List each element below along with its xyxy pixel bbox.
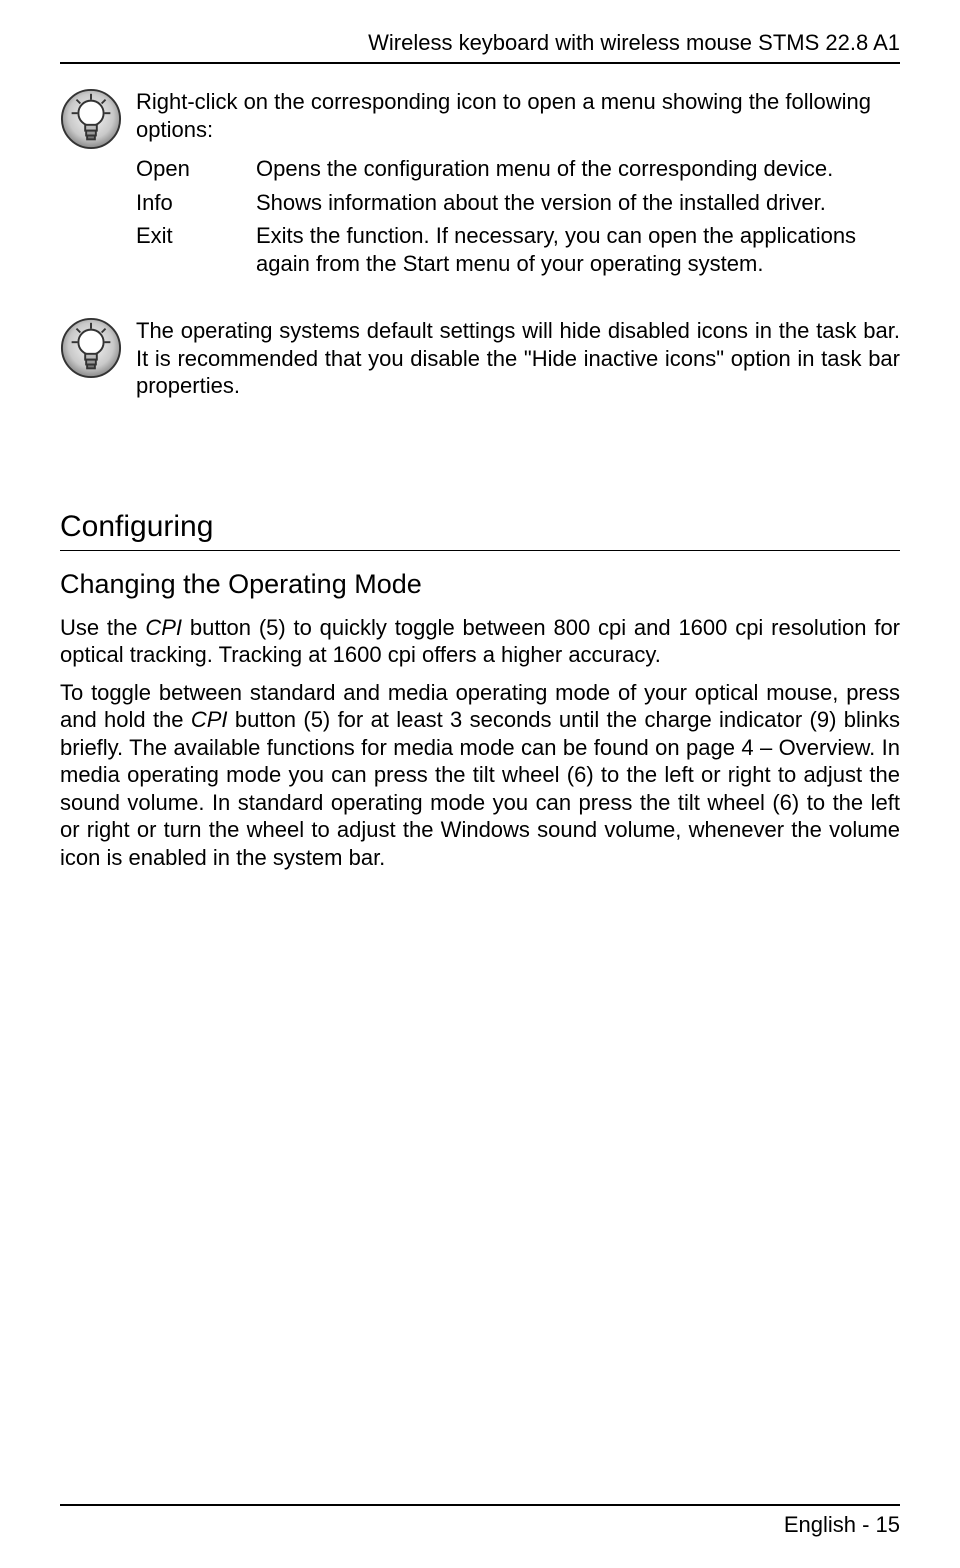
- option-key: Open: [136, 155, 226, 183]
- option-desc: Exits the function. If necessary, you ca…: [256, 222, 900, 277]
- page-header-title: Wireless keyboard with wireless mouse ST…: [60, 30, 900, 56]
- p1-b: button (5) to quickly toggle between 800…: [60, 615, 900, 668]
- tip-block-2: The operating systems default settings w…: [60, 317, 900, 400]
- tip-block-1: Right-click on the corresponding icon to…: [60, 88, 900, 277]
- options-grid: Open Opens the configuration menu of the…: [136, 155, 900, 277]
- paragraph-2: To toggle between standard and media ope…: [60, 679, 900, 872]
- page-footer: English - 15: [60, 1504, 900, 1538]
- section-subheading: Changing the Operating Mode: [60, 569, 900, 600]
- footer-page-label: English - 15: [60, 1512, 900, 1538]
- tip2-text: The operating systems default settings w…: [136, 317, 900, 400]
- section-heading-configuring: Configuring: [60, 510, 900, 544]
- tip1-intro: Right-click on the corresponding icon to…: [136, 88, 900, 143]
- option-desc: Opens the configuration menu of the corr…: [256, 155, 900, 183]
- option-key: Exit: [136, 222, 226, 277]
- footer-rule: [60, 1504, 900, 1506]
- paragraph-1: Use the CPI button (5) to quickly toggle…: [60, 614, 900, 669]
- cpi-italic: CPI: [145, 615, 182, 640]
- option-key: Info: [136, 189, 226, 217]
- p1-a: Use the: [60, 615, 145, 640]
- lightbulb-icon: [60, 88, 122, 150]
- cpi-italic: CPI: [191, 707, 228, 732]
- option-desc: Shows information about the version of t…: [256, 189, 900, 217]
- section-rule: [60, 550, 900, 551]
- header-rule: [60, 62, 900, 64]
- lightbulb-icon: [60, 317, 122, 379]
